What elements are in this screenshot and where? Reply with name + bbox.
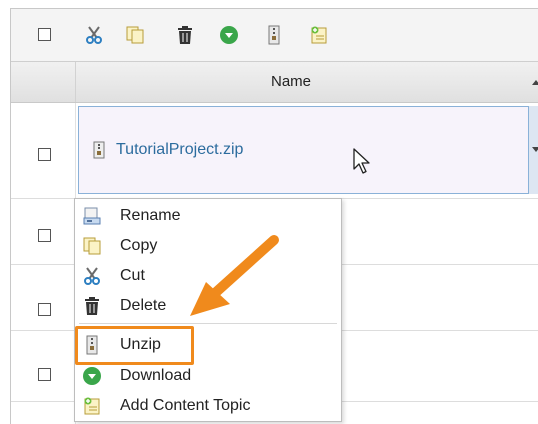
menu-item-label: Copy	[120, 237, 158, 254]
select-all-checkbox[interactable]	[38, 28, 51, 41]
table-row[interactable]: TutorialProject.zip	[11, 103, 538, 199]
menu-item-label: Rename	[120, 207, 181, 224]
download-icon	[81, 365, 103, 387]
row-checkbox[interactable]	[38, 148, 51, 161]
toolbar	[11, 9, 538, 62]
row-select-column	[11, 331, 76, 401]
row-actions-dropdown[interactable]	[529, 106, 538, 194]
copy-icon[interactable]	[124, 24, 146, 46]
delete-icon[interactable]	[174, 24, 196, 46]
row-select-column	[11, 402, 76, 424]
download-icon[interactable]	[218, 24, 240, 46]
menu-item-add-content-topic[interactable]: Add Content Topic	[75, 391, 341, 421]
row-checkbox[interactable]	[38, 368, 51, 381]
delete-icon	[81, 295, 103, 317]
file-name-cell[interactable]: TutorialProject.zip	[78, 106, 529, 194]
add-content-topic-icon[interactable]	[308, 24, 330, 46]
table-header: Name	[11, 62, 538, 103]
add-content-topic-icon	[81, 395, 103, 417]
menu-item-label: Download	[120, 367, 192, 384]
sort-ascending-icon[interactable]	[532, 80, 538, 85]
unzip-icon[interactable]	[263, 24, 285, 46]
header-select-column	[11, 62, 76, 102]
cut-icon[interactable]	[83, 24, 105, 46]
menu-item-download[interactable]: Download	[75, 361, 341, 391]
menu-item-label: Add Content Topic	[120, 397, 251, 414]
column-header-name[interactable]: Name	[271, 73, 311, 90]
mouse-cursor-icon	[352, 147, 372, 180]
callout-arrow-icon	[186, 232, 286, 327]
menu-item-label: Delete	[120, 297, 167, 314]
copy-icon	[81, 235, 103, 257]
file-name-link[interactable]: TutorialProject.zip	[116, 141, 243, 159]
menu-item-label: Cut	[120, 267, 145, 284]
zip-file-icon	[93, 141, 105, 164]
unzip-highlight-box	[75, 326, 194, 365]
row-checkbox[interactable]	[38, 303, 51, 316]
menu-item-rename[interactable]: Rename	[75, 201, 341, 231]
rename-icon	[81, 205, 103, 227]
row-checkbox[interactable]	[38, 229, 51, 242]
row-select-column	[11, 265, 76, 330]
cut-icon	[81, 265, 103, 287]
